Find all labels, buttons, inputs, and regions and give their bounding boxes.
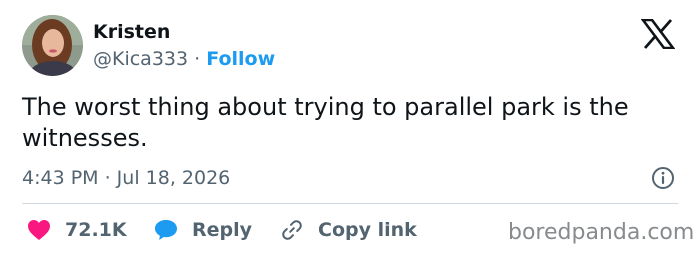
heart-icon (28, 220, 50, 240)
copy-link-label: Copy link (318, 219, 417, 241)
x-logo-icon[interactable] (641, 19, 675, 49)
reply-button[interactable]: Reply (154, 217, 252, 243)
author-handle[interactable]: @Kica333 (93, 48, 188, 70)
like-button[interactable]: 72.1K (27, 217, 127, 243)
like-count: 72.1K (65, 219, 127, 241)
reply-label: Reply (192, 219, 253, 241)
watermark: boredpanda.com (508, 220, 695, 245)
author-name[interactable]: Kristen (93, 20, 170, 44)
follow-button[interactable]: Follow (206, 48, 275, 70)
link-icon (282, 220, 302, 240)
speech-bubble-icon (155, 220, 177, 240)
copy-link-button[interactable]: Copy link (280, 217, 417, 243)
info-icon[interactable] (651, 166, 675, 190)
tweet-text: The worst thing about trying to parallel… (22, 93, 629, 152)
divider (22, 203, 678, 204)
avatar-image (22, 15, 83, 76)
avatar[interactable] (22, 15, 83, 76)
tweet-timestamp[interactable]: 4:43 PM · Jul 18, 2026 (22, 166, 230, 190)
author-handle-row: @Kica333 · Follow (93, 46, 275, 72)
handle-separator: · (194, 48, 201, 70)
